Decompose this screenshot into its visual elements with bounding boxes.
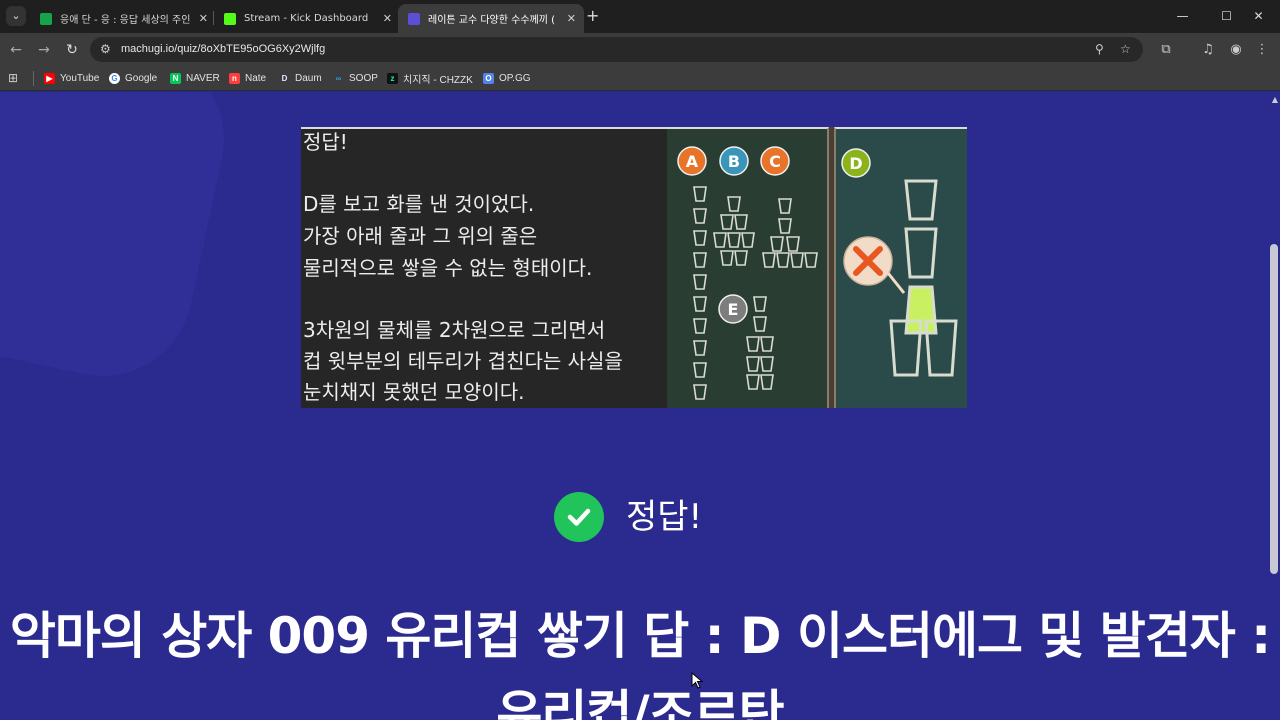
bookmark-label: NAVER	[186, 73, 220, 84]
checkmark-icon	[554, 492, 604, 542]
back-icon[interactable]: ←	[6, 40, 26, 60]
machugi-favicon-icon	[408, 12, 420, 25]
label-d: D	[849, 154, 862, 173]
tab-strip: ⌄ 응애 단 - 응 : 응답 세상의 주인 ✕ Stream - Kick D…	[0, 0, 1280, 33]
tab-1[interactable]: 응애 단 - 응 : 응답 세상의 주인 ✕	[30, 4, 216, 33]
explanation-line-2: 가장 아래 줄과 그 위의 줄은	[303, 224, 538, 248]
stack-d-illustration: D	[841, 148, 958, 377]
label-a: A	[686, 152, 699, 171]
tab-1-title: 응애 단 - 응 : 응답 세상의 주인	[60, 15, 191, 26]
stack-b	[713, 196, 755, 266]
answer-heading: 정답!	[303, 130, 348, 154]
soop-icon: ∞	[335, 74, 342, 83]
daum-icon: D	[281, 74, 288, 83]
address-bar[interactable]: ⚙ machugi.io/quiz/8oXbTE95oOG6Xy2Wjlfg ⚲…	[90, 37, 1143, 62]
bookmark-label: Daum	[295, 73, 322, 84]
scroll-up-arrow-icon[interactable]: ▲	[1272, 96, 1278, 104]
media-control-icon[interactable]: ♫	[1198, 40, 1218, 60]
tab-3-active[interactable]: 레이튼 교수 다양한 수수께끼 ( ✕	[398, 4, 584, 33]
reload-icon[interactable]: ↻	[62, 40, 82, 60]
bookmarks-bar: ⊞ ▶ YouTube G Google N NAVER n Nate D Da…	[0, 66, 1280, 91]
zoom-icon[interactable]: ⚲	[1095, 41, 1104, 58]
bookmark-youtube[interactable]: ▶ YouTube	[44, 66, 99, 91]
bookmark-naver[interactable]: N NAVER	[170, 66, 220, 91]
stack-c	[762, 198, 818, 268]
mouse-cursor-icon	[691, 672, 703, 689]
opgg-icon: O	[483, 73, 494, 84]
browser-toolbar: ← → ↻ ⚙ machugi.io/quiz/8oXbTE95oOG6Xy2W…	[0, 33, 1280, 66]
bookmark-label: OP.GG	[499, 73, 531, 84]
tab-1-favicon-icon	[40, 12, 52, 25]
quiz-title: 악마의 상자 009 유리컵 쌓기 답 : D 이스터에그 및 발견자 : 유리…	[9, 607, 1271, 720]
close-window-icon[interactable]: ✕	[1236, 0, 1280, 33]
result-indicator: 정답!	[554, 492, 702, 542]
explanation-line-1: D를 보고 화를 낸 것이었다.	[303, 192, 535, 216]
page-scrollbar[interactable]: ▲	[1268, 92, 1280, 720]
menu-icon[interactable]: ⋮	[1252, 40, 1272, 60]
new-tab-button[interactable]: +	[586, 6, 599, 26]
explanation-line-5: 컵 윗부분의 테두리가 겹친다는 사실을	[303, 349, 623, 373]
bookmark-chzzk[interactable]: z 치지직 - CHZZK	[387, 66, 473, 91]
profile-icon[interactable]: ◉	[1226, 40, 1246, 60]
nate-icon: n	[229, 73, 240, 84]
bookmark-label: YouTube	[60, 73, 100, 84]
stack-a	[693, 186, 707, 400]
url-text[interactable]: machugi.io/quiz/8oXbTE95oOG6Xy2Wjlfg	[121, 37, 325, 62]
background-decoration	[0, 92, 241, 393]
minimize-icon[interactable]: —	[1160, 0, 1205, 33]
label-e: E	[728, 300, 739, 319]
extensions-icon[interactable]: ⧉	[1156, 40, 1176, 60]
bookmark-daum[interactable]: D Daum	[279, 66, 322, 91]
bookmark-label: 치지직 - CHZZK	[403, 75, 473, 86]
stack-e	[746, 296, 774, 390]
tab-2-title: Stream - Kick Dashboard	[244, 13, 369, 24]
bookmark-label: SOOP	[349, 73, 378, 84]
quiz-answer-image: 정답! D를 보고 화를 낸 것이었다. 가장 아래 줄과 그 위의 줄은 물리…	[301, 127, 967, 408]
youtube-icon: ▶	[44, 73, 55, 84]
bookmark-soop[interactable]: ∞ SOOP	[333, 66, 378, 91]
explanation-line-6: 눈치채지 못했던 모양이다.	[303, 380, 525, 404]
site-info-icon[interactable]: ⚙	[100, 42, 111, 57]
bookmarks-separator	[33, 71, 34, 86]
explanation-line-4: 3차원의 물체를 2차원으로 그리면서	[303, 318, 606, 342]
answer-d-panel: D	[834, 127, 967, 408]
bookmark-opgg[interactable]: O OP.GG	[483, 66, 531, 91]
label-c: C	[769, 152, 781, 171]
cup-stacks-illustration: A B C E	[677, 146, 818, 400]
label-b: B	[728, 152, 740, 171]
bookmark-label: Google	[125, 73, 158, 84]
result-text: 정답!	[626, 497, 703, 537]
naver-icon: N	[170, 73, 181, 84]
tab-3-close-icon[interactable]: ✕	[567, 12, 576, 25]
cup-stacks-panel: A B C E	[667, 127, 829, 408]
scrollbar-thumb[interactable]	[1270, 244, 1278, 574]
kick-favicon-icon	[224, 12, 236, 25]
google-icon: G	[109, 73, 120, 84]
tab-2-close-icon[interactable]: ✕	[383, 12, 392, 25]
page-viewport: 정답! D를 보고 화를 낸 것이었다. 가장 아래 줄과 그 위의 줄은 물리…	[0, 92, 1280, 720]
chzzk-icon: z	[387, 73, 398, 84]
tab-search-button[interactable]: ⌄	[6, 6, 26, 26]
bookmark-star-icon[interactable]: ☆	[1120, 41, 1131, 58]
tab-1-close-icon[interactable]: ✕	[199, 12, 208, 25]
forward-icon[interactable]: →	[34, 40, 54, 60]
bookmark-label: Nate	[245, 73, 267, 84]
tab-3-title: 레이튼 교수 다양한 수수께끼 (	[428, 15, 556, 26]
tab-2[interactable]: Stream - Kick Dashboard ✕	[214, 4, 400, 33]
answer-explanation-panel: 정답! D를 보고 화를 낸 것이었다. 가장 아래 줄과 그 위의 줄은 물리…	[301, 127, 667, 408]
explanation-line-3: 물리적으로 쌓을 수 없는 형태이다.	[303, 256, 593, 280]
bookmark-nate[interactable]: n Nate	[229, 66, 266, 91]
bookmark-google[interactable]: G Google	[109, 66, 157, 91]
apps-grid-icon[interactable]: ⊞	[8, 71, 18, 85]
